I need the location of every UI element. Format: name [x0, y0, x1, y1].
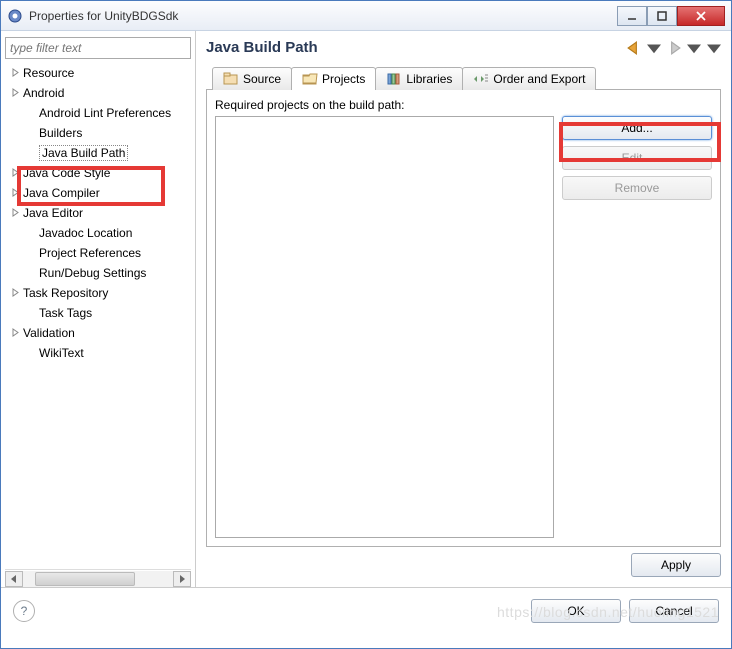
tree-item-java-editor[interactable]: Java Editor	[9, 203, 191, 223]
tree-item-label: Java Build Path	[39, 145, 128, 161]
maximize-button[interactable]	[647, 6, 677, 26]
sidebar-hscrollbar[interactable]	[5, 569, 191, 587]
tab-source[interactable]: Source	[212, 67, 292, 90]
nav-forward-button[interactable]	[667, 41, 681, 55]
nav-back-menu-icon[interactable]	[647, 41, 661, 55]
title-bar: Properties for UnityBDGSdk	[1, 1, 731, 31]
edit-button: Edit...	[562, 146, 712, 170]
tab-bar: Source Projects Libraries Order and Expo…	[206, 66, 721, 90]
tab-source-label: Source	[243, 72, 281, 86]
help-button[interactable]: ?	[13, 600, 35, 622]
source-icon	[223, 72, 239, 86]
tree-item-java-build-path[interactable]: Java Build Path	[9, 143, 191, 163]
tree-item-validation[interactable]: Validation	[9, 323, 191, 343]
tree-item-android[interactable]: Android	[9, 83, 191, 103]
tab-projects-label: Projects	[322, 72, 365, 86]
expand-arrow-icon	[11, 326, 23, 340]
order-export-icon	[473, 72, 489, 86]
tab-libraries-label: Libraries	[406, 72, 452, 86]
tree-item-task-repository[interactable]: Task Repository	[9, 283, 191, 303]
tree-item-label: Android	[23, 86, 64, 100]
apply-button[interactable]: Apply	[631, 553, 721, 577]
add-button[interactable]: Add...	[562, 116, 712, 140]
tree-item-label: Run/Debug Settings	[39, 266, 146, 280]
tree-item-label: Java Editor	[23, 206, 83, 220]
required-projects-label: Required projects on the build path:	[215, 98, 554, 112]
remove-button: Remove	[562, 176, 712, 200]
tree-item-label: Task Repository	[23, 286, 108, 300]
tree-item-builders[interactable]: Builders	[9, 123, 191, 143]
tree-item-label: Project References	[39, 246, 141, 260]
tree-item-resource[interactable]: Resource	[9, 63, 191, 83]
tab-order-label: Order and Export	[493, 72, 585, 86]
tree-item-label: Java Compiler	[23, 186, 100, 200]
tree-item-label: Resource	[23, 66, 74, 80]
cancel-button[interactable]: Cancel	[629, 599, 719, 623]
tree-item-project-references[interactable]: Project References	[9, 243, 191, 263]
projects-icon	[302, 72, 318, 86]
nav-forward-menu-icon[interactable]	[687, 41, 701, 55]
tree-item-label: Java Code Style	[23, 166, 110, 180]
tab-order-export[interactable]: Order and Export	[462, 67, 596, 90]
expand-arrow-icon	[11, 186, 23, 200]
nav-menu-icon[interactable]	[707, 41, 721, 55]
tree-item-wikitext[interactable]: WikiText	[9, 343, 191, 363]
filter-input[interactable]	[5, 37, 191, 59]
window-title: Properties for UnityBDGSdk	[29, 9, 617, 23]
sidebar: Resource Android Android Lint Preferences B…	[1, 31, 196, 587]
expand-arrow-icon	[11, 206, 23, 220]
tree-item-run-debug-settings[interactable]: Run/Debug Settings	[9, 263, 191, 283]
close-button[interactable]	[677, 6, 725, 26]
tab-projects[interactable]: Projects	[291, 67, 376, 90]
tree-item-label: Task Tags	[39, 306, 92, 320]
minimize-button[interactable]	[617, 6, 647, 26]
ok-button[interactable]: OK	[531, 599, 621, 623]
scroll-left-button[interactable]	[5, 571, 23, 587]
scroll-thumb[interactable]	[35, 572, 135, 586]
page-title: Java Build Path	[206, 39, 627, 56]
tree-item-label: Builders	[39, 126, 82, 140]
libraries-icon	[386, 72, 402, 86]
tree-item-label: Android Lint Preferences	[39, 106, 171, 120]
required-projects-list[interactable]	[215, 116, 554, 538]
scroll-right-button[interactable]	[173, 571, 191, 587]
expand-arrow-icon	[11, 166, 23, 180]
expand-arrow-icon	[11, 86, 23, 100]
category-tree[interactable]: Resource Android Android Lint Preferences B…	[5, 63, 191, 569]
app-icon	[7, 8, 23, 24]
tree-item-javadoc-location[interactable]: Javadoc Location	[9, 223, 191, 243]
tree-item-java-compiler[interactable]: Java Compiler	[9, 183, 191, 203]
expand-arrow-icon	[11, 286, 23, 300]
tree-item-label: WikiText	[39, 346, 84, 360]
tree-item-label: Validation	[23, 326, 75, 340]
tab-libraries[interactable]: Libraries	[375, 67, 463, 90]
tree-item-label: Javadoc Location	[39, 226, 132, 240]
expand-arrow-icon	[11, 66, 23, 80]
nav-back-button[interactable]	[627, 41, 641, 55]
dialog-footer: ? OK Cancel	[1, 587, 731, 633]
tree-item-java-code-style[interactable]: Java Code Style	[9, 163, 191, 183]
tree-item-task-tags[interactable]: Task Tags	[9, 303, 191, 323]
tree-item-android-lint-preferences[interactable]: Android Lint Preferences	[9, 103, 191, 123]
